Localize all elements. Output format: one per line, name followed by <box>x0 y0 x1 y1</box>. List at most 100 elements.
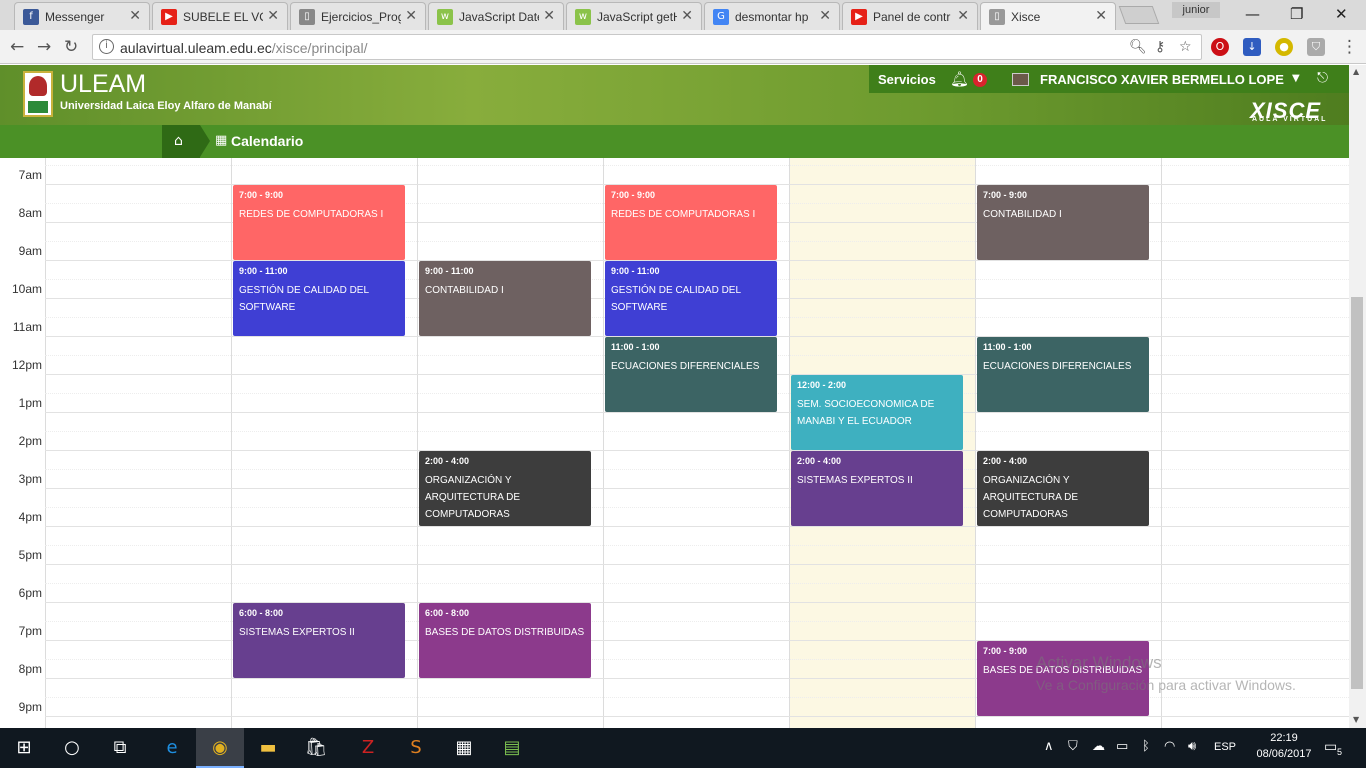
event-time: 7:00 - 9:00 <box>983 190 1028 200</box>
logout-icon[interactable]: ⎋ <box>1317 70 1328 86</box>
windows-start-icon[interactable]: ⊞ <box>0 728 48 768</box>
bluetooth-icon[interactable]: ᛒ <box>1142 739 1150 754</box>
zoom-icon[interactable]: 🔍︎ <box>1129 39 1147 55</box>
back-icon[interactable]: ← <box>10 37 24 57</box>
brand-subtitle: Universidad Laica Eloy Alfaro de Manabí <box>60 100 272 112</box>
file-explorer-icon[interactable]: ▬ <box>244 728 292 768</box>
calendar-event[interactable]: 9:00 - 11:00 CONTABILIDAD I <box>419 261 591 336</box>
wifi-icon[interactable]: ◠ <box>1164 739 1175 754</box>
browser-tab[interactable]: ▶ Panel de contr ✕ <box>842 2 978 30</box>
event-time: 9:00 - 11:00 <box>611 266 660 276</box>
chrome-icon[interactable]: ◉ <box>196 728 244 768</box>
sheets-icon[interactable]: ▤ <box>488 728 536 768</box>
calendar-event[interactable]: 11:00 - 1:00 ECUACIONES DIFERENCIALES <box>605 337 777 412</box>
clock-date[interactable]: 08/06/2017 <box>1254 748 1314 760</box>
browser-tab[interactable]: Gdesmontar hp ✕ <box>704 2 840 30</box>
download-extension-icon[interactable]: ↓ <box>1243 38 1261 56</box>
activation-watermark-title: Activar Windows <box>1036 653 1162 672</box>
forward-icon[interactable]: → <box>37 37 51 57</box>
search-icon[interactable]: ○ <box>48 728 96 768</box>
tray-expand-icon[interactable]: ∧ <box>1044 739 1054 754</box>
calendar-event[interactable]: 11:00 - 1:00 ECUACIONES DIFERENCIALES <box>977 337 1149 412</box>
tab-close-icon[interactable]: ✕ <box>819 8 831 24</box>
calendar-event[interactable]: 2:00 - 4:00 SISTEMAS EXPERTOS II <box>791 451 963 526</box>
hour-label: 9pm <box>18 700 42 714</box>
calendar-event[interactable]: 6:00 - 8:00 SISTEMAS EXPERTOS II <box>233 603 405 678</box>
scroll-down-icon[interactable]: ▼ <box>1353 715 1359 724</box>
browser-tab[interactable]: ▯ Xisce ✕ <box>980 2 1116 30</box>
browser-tab[interactable]: f Messenger ✕ <box>14 2 150 30</box>
browser-tab[interactable]: w JavaScript getH ✕ <box>566 2 702 30</box>
filezilla-icon[interactable]: Z <box>344 728 392 768</box>
language-indicator[interactable]: ESP <box>1214 741 1236 753</box>
bell-icon[interactable]: 🔔︎ <box>950 70 969 88</box>
tab-close-icon[interactable]: ✕ <box>957 8 969 24</box>
calendar-event[interactable]: 6:00 - 8:00 BASES DE DATOS DISTRIBUIDAS <box>419 603 591 678</box>
maximize-icon[interactable]: ❐ <box>1290 5 1303 23</box>
services-menu[interactable]: Servicios <box>878 72 936 87</box>
day-column[interactable] <box>1161 158 1349 728</box>
reload-icon[interactable]: ↻ <box>64 37 78 57</box>
uleam-logo[interactable] <box>23 71 53 117</box>
battery-icon[interactable]: ▭ <box>1116 739 1128 754</box>
calendar-event[interactable]: 7:00 - 9:00 REDES DE COMPUTADORAS I <box>233 185 405 260</box>
header-user-bar: Servicios 🔔︎ 0 FRANCISCO XAVIER BERMELLO… <box>869 65 1349 93</box>
close-window-icon[interactable]: ✕ <box>1335 5 1348 23</box>
tab-close-icon[interactable]: ✕ <box>543 8 555 24</box>
caret-down-icon[interactable]: ▼ <box>1292 73 1300 84</box>
user-menu[interactable]: FRANCISCO XAVIER BERMELLO LOPE <box>1040 72 1284 87</box>
minimize-icon[interactable]: — <box>1245 5 1260 23</box>
tab-close-icon[interactable]: ✕ <box>1095 8 1107 24</box>
day-column[interactable] <box>45 158 231 728</box>
calendar-event[interactable]: 7:00 - 9:00 REDES DE COMPUTADORAS I <box>605 185 777 260</box>
new-tab-button[interactable] <box>1118 6 1160 24</box>
calendar-event[interactable]: 2:00 - 4:00 ORGANIZACIÓN Y ARQUITECTURA D… <box>419 451 591 526</box>
extension-icon[interactable]: ● <box>1275 38 1293 56</box>
browser-tab[interactable]: ▶ SUBELE EL VOL ✕ <box>152 2 288 30</box>
opera-extension-icon[interactable]: O <box>1211 38 1229 56</box>
brand-title[interactable]: ULEAM <box>60 70 146 99</box>
tab-close-icon[interactable]: ✕ <box>129 8 141 24</box>
browser-tab[interactable]: ▯ Ejercicios_Prog ✕ <box>290 2 426 30</box>
defender-icon[interactable]: ⛉ <box>1068 739 1078 754</box>
scroll-up-icon[interactable]: ▲ <box>1353 67 1359 76</box>
onedrive-icon[interactable]: ☁ <box>1092 739 1105 754</box>
tab-close-icon[interactable]: ✕ <box>267 8 279 24</box>
info-icon[interactable]: i <box>99 39 114 54</box>
task-view-icon[interactable]: ⧉ <box>96 728 144 768</box>
avatar[interactable] <box>1012 73 1029 86</box>
profile-chip[interactable]: junior <box>1172 2 1220 18</box>
tab-close-icon[interactable]: ✕ <box>681 8 693 24</box>
menu-icon[interactable]: ⋮ <box>1341 37 1358 57</box>
calendar-event[interactable]: 2:00 - 4:00 ORGANIZACIÓN Y ARQUITECTURA D… <box>977 451 1149 526</box>
bookmark-star-icon[interactable]: ☆ <box>1179 39 1192 55</box>
scroll-thumb[interactable] <box>1351 297 1363 689</box>
tab-label: desmontar hp <box>735 10 809 24</box>
calendar-event[interactable]: 9:00 - 11:00 GESTIÓN DE CALIDAD DEL SOFTW… <box>233 261 405 336</box>
event-time: 2:00 - 4:00 <box>425 456 470 466</box>
hour-label: 10am <box>11 282 42 296</box>
calendar-event[interactable]: 12:00 - 2:00 SEM. SOCIOECONOMICA DE MANAB… <box>791 375 963 450</box>
calculator-icon[interactable]: ▦ <box>440 728 488 768</box>
event-title: REDES DE COMPUTADORAS I <box>239 209 384 220</box>
event-time: 6:00 - 8:00 <box>425 608 470 618</box>
browser-tab[interactable]: w JavaScript Date ✕ <box>428 2 564 30</box>
key-icon[interactable]: ⚷ <box>1155 39 1165 55</box>
sublime-text-icon[interactable]: S <box>392 728 440 768</box>
calendar-event[interactable]: 7:00 - 9:00 CONTABILIDAD I <box>977 185 1149 260</box>
shield-extension-icon[interactable]: ⛉ <box>1307 38 1325 56</box>
action-center-icon[interactable]: ▭ <box>1324 739 1337 755</box>
url-text[interactable]: aulavirtual.uleam.edu.ec/xisce/principal… <box>120 40 367 56</box>
address-bar[interactable]: i aulavirtual.uleam.edu.ec/xisce/princip… <box>92 34 1202 60</box>
clock-time[interactable]: 22:19 <box>1256 732 1312 744</box>
breadcrumb-home[interactable]: ⌂ <box>162 125 200 158</box>
tab-close-icon[interactable]: ✕ <box>405 8 417 24</box>
event-title: CONTABILIDAD I <box>425 285 504 296</box>
edge-icon[interactable]: e <box>148 728 196 768</box>
calendar-event[interactable]: 9:00 - 11:00 GESTIÓN DE CALIDAD DEL SOFTW… <box>605 261 777 336</box>
store-icon[interactable]: 🛍︎ <box>292 728 340 768</box>
hour-label: 7pm <box>18 624 42 638</box>
tab-label: SUBELE EL VOL <box>183 10 263 24</box>
volume-icon[interactable]: 🔊︎ <box>1188 739 1196 754</box>
page-scrollbar[interactable]: ▲ ▼ <box>1349 65 1366 728</box>
